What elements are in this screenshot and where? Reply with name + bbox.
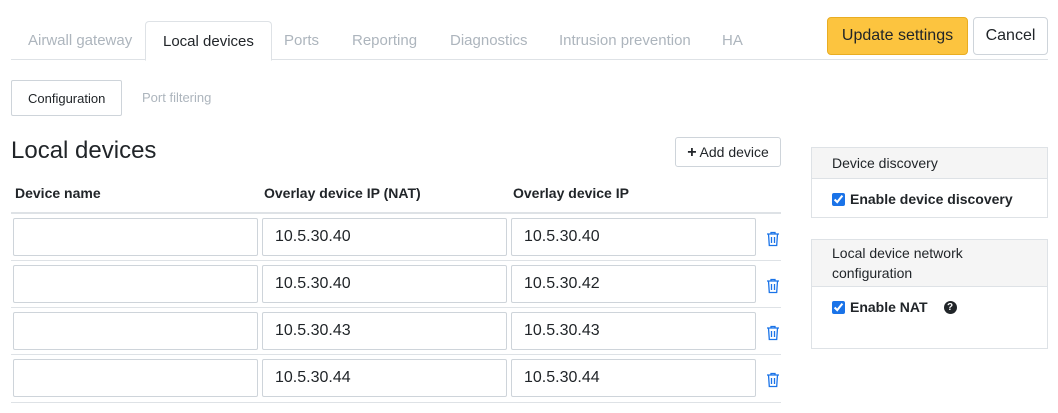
row-divider <box>11 354 781 355</box>
page-title: Local devices <box>11 137 157 164</box>
row-divider <box>11 402 781 403</box>
overlay-ip-input[interactable] <box>511 218 756 256</box>
subtab-configuration[interactable]: Configuration <box>11 80 123 116</box>
subtab-port-filtering[interactable]: Port filtering <box>126 80 227 116</box>
enable-nat-checkbox[interactable] <box>832 300 845 314</box>
col-header-device-name: Device name <box>15 185 101 201</box>
tab-airwall-gateway[interactable]: Airwall gateway <box>11 21 149 60</box>
col-header-overlay-ip-nat: Overlay device IP (NAT) <box>264 185 421 201</box>
tab-ports[interactable]: Ports <box>267 21 336 60</box>
trash-icon[interactable] <box>766 325 780 341</box>
enable-device-discovery-label: Enable device discovery <box>850 191 1013 207</box>
tab-local-devices[interactable]: Local devices <box>145 21 272 61</box>
plus-icon: + <box>687 144 697 161</box>
overlay-ip-input[interactable] <box>511 359 756 397</box>
enable-device-discovery-checkbox[interactable] <box>832 192 845 206</box>
overlay-ip-nat-input[interactable] <box>262 359 507 397</box>
tab-diagnostics[interactable]: Diagnostics <box>433 21 545 60</box>
cancel-button[interactable]: Cancel <box>973 17 1048 55</box>
overlay-ip-nat-input[interactable] <box>262 218 507 256</box>
device-discovery-header: Device discovery <box>812 148 1047 179</box>
tab-intrusion-prevention[interactable]: Intrusion prevention <box>542 21 708 60</box>
add-device-label: Add device <box>699 144 769 160</box>
device-name-input[interactable] <box>13 265 258 303</box>
network-config-header: Local device network configuration <box>812 240 1047 287</box>
row-divider <box>11 307 781 308</box>
table-header-divider <box>11 212 781 214</box>
col-header-overlay-ip: Overlay device IP <box>513 185 629 201</box>
update-settings-button[interactable]: Update settings <box>827 17 968 55</box>
tab-ha[interactable]: HA <box>705 21 760 60</box>
network-config-panel: Local device network configuration Enabl… <box>811 239 1048 349</box>
overlay-ip-input[interactable] <box>511 265 756 303</box>
overlay-ip-nat-input[interactable] <box>262 265 507 303</box>
device-discovery-panel: Device discovery Enable device discovery <box>811 147 1048 218</box>
device-name-input[interactable] <box>13 312 258 350</box>
trash-icon[interactable] <box>766 372 780 388</box>
row-divider <box>11 260 781 261</box>
enable-device-discovery-row[interactable]: Enable device discovery <box>832 191 1027 207</box>
device-name-input[interactable] <box>13 359 258 397</box>
overlay-ip-nat-input[interactable] <box>262 312 507 350</box>
trash-icon[interactable] <box>766 231 780 247</box>
help-icon[interactable]: ? <box>943 300 957 314</box>
trash-icon[interactable] <box>766 278 780 294</box>
overlay-ip-input[interactable] <box>511 312 756 350</box>
device-name-input[interactable] <box>13 218 258 256</box>
enable-nat-label: Enable NAT <box>850 299 928 315</box>
tab-reporting[interactable]: Reporting <box>335 21 434 60</box>
enable-nat-row[interactable]: Enable NAT ? <box>832 299 1027 315</box>
add-device-button[interactable]: + Add device <box>675 137 781 167</box>
